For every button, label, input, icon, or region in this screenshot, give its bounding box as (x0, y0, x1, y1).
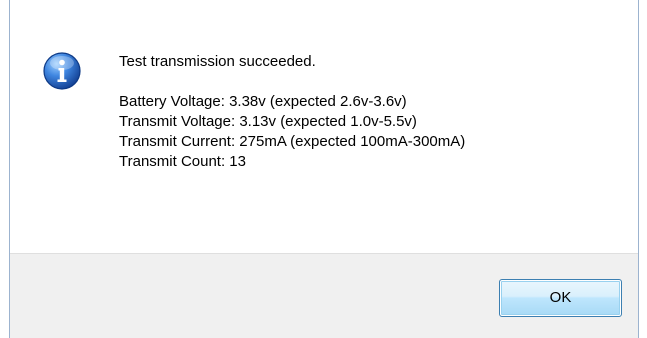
transmit-current-line: Transmit Current: 275mA (expected 100mA-… (119, 133, 466, 150)
ok-button[interactable]: OK (499, 279, 622, 317)
window-frame-right (638, 0, 639, 338)
transmit-count-line: Transmit Count: 13 (119, 153, 246, 170)
message-title: Test transmission succeeded. (119, 53, 316, 70)
battery-voltage-line: Battery Voltage: 3.38v (expected 2.6v-3.… (119, 93, 407, 110)
information-icon (42, 51, 82, 91)
transmit-voltage-line: Transmit Voltage: 3.13v (expected 1.0v-5… (119, 113, 417, 130)
message-dialog: Test transmission succeeded. Battery Vol… (0, 0, 647, 338)
message-text: Test transmission succeeded. Battery Vol… (119, 52, 465, 172)
